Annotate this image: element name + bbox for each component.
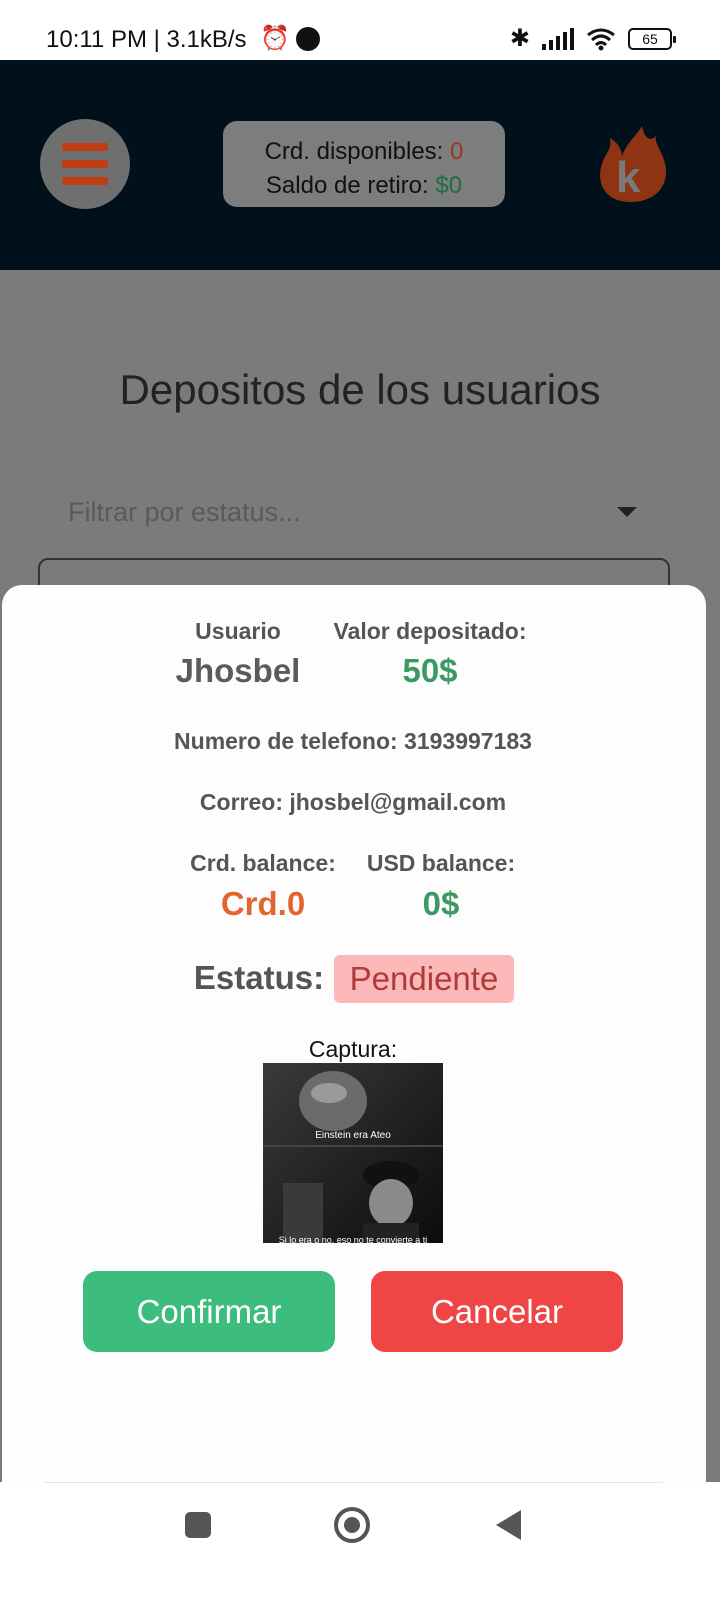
battery-icon: 65: [628, 27, 676, 50]
menu-icon: [62, 143, 108, 151]
capture-photo: Einstein era Ateo Si lo era o no, eso no…: [263, 1063, 443, 1243]
usd-balance-label: USD balance:: [366, 850, 516, 876]
menu-button[interactable]: [40, 119, 130, 209]
status-bar: 10:11 PM | 3.1kB/s ⏰ ✱ 65: [0, 0, 720, 60]
capture-caption-bottom: Si lo era o no, eso no te convierte a ti: [279, 1235, 428, 1243]
bluetooth-icon: ✱: [509, 25, 530, 52]
navigation-icon: [296, 27, 320, 51]
capture-label: Captura:: [308, 1036, 398, 1062]
balance-card: Crd. disponibles: 0 Saldo de retiro: $0: [223, 121, 505, 207]
crd-balance-label: Crd. balance:: [190, 850, 336, 876]
dropdown-arrow-icon: [617, 507, 637, 517]
wifi-icon: [587, 28, 615, 50]
nav-divider: [43, 1482, 663, 1483]
status-badge: Pendiente: [334, 955, 514, 1003]
deposit-value: 50$: [402, 652, 458, 689]
confirm-button[interactable]: Confirmar: [83, 1271, 335, 1352]
flame-logo-icon: k: [600, 126, 666, 202]
signal-icon: [542, 27, 574, 50]
alarm-icon: ⏰: [260, 25, 290, 52]
crd-balance-value: Crd.0: [220, 885, 306, 922]
recent-apps-icon[interactable]: [185, 1512, 211, 1538]
back-icon[interactable]: [496, 1510, 521, 1540]
withdraw-line: Saldo de retiro: $0: [265, 172, 463, 199]
capture-caption-top: Einstein era Ateo: [315, 1130, 391, 1141]
usd-balance-value: 0$: [422, 885, 460, 922]
page-title: Depositos de los usuarios: [119, 366, 601, 413]
system-nav-bar: [0, 1482, 720, 1600]
user-label: Usuario: [195, 618, 281, 644]
cancel-button[interactable]: Cancelar: [371, 1271, 623, 1352]
status-time: 10:11 PM | 3.1kB/s: [46, 26, 247, 53]
status-label: Estatus:: [193, 959, 325, 996]
credits-value: 0: [450, 138, 464, 165]
status-icons: ✱ 65: [509, 24, 676, 53]
home-icon[interactable]: [334, 1507, 370, 1543]
user-value: Jhosbel: [175, 652, 301, 689]
screen: 10:11 PM | 3.1kB/s ⏰ ✱ 65 Crd. disponibl…: [0, 0, 720, 1600]
phone-number: Numero de telefono: 3193997183: [174, 728, 532, 754]
svg-text:k: k: [616, 153, 641, 202]
email: Correo: jhosbel@gmail.com: [199, 789, 507, 815]
deposit-label: Valor depositado:: [333, 618, 527, 644]
capture-image[interactable]: Einstein era Ateo Si lo era o no, eso no…: [263, 1063, 443, 1243]
status-filter-select[interactable]: Filtrar por estatus...: [68, 497, 301, 528]
withdraw-value: $0: [435, 172, 463, 199]
credits-line: Crd. disponibles: 0: [264, 138, 464, 165]
